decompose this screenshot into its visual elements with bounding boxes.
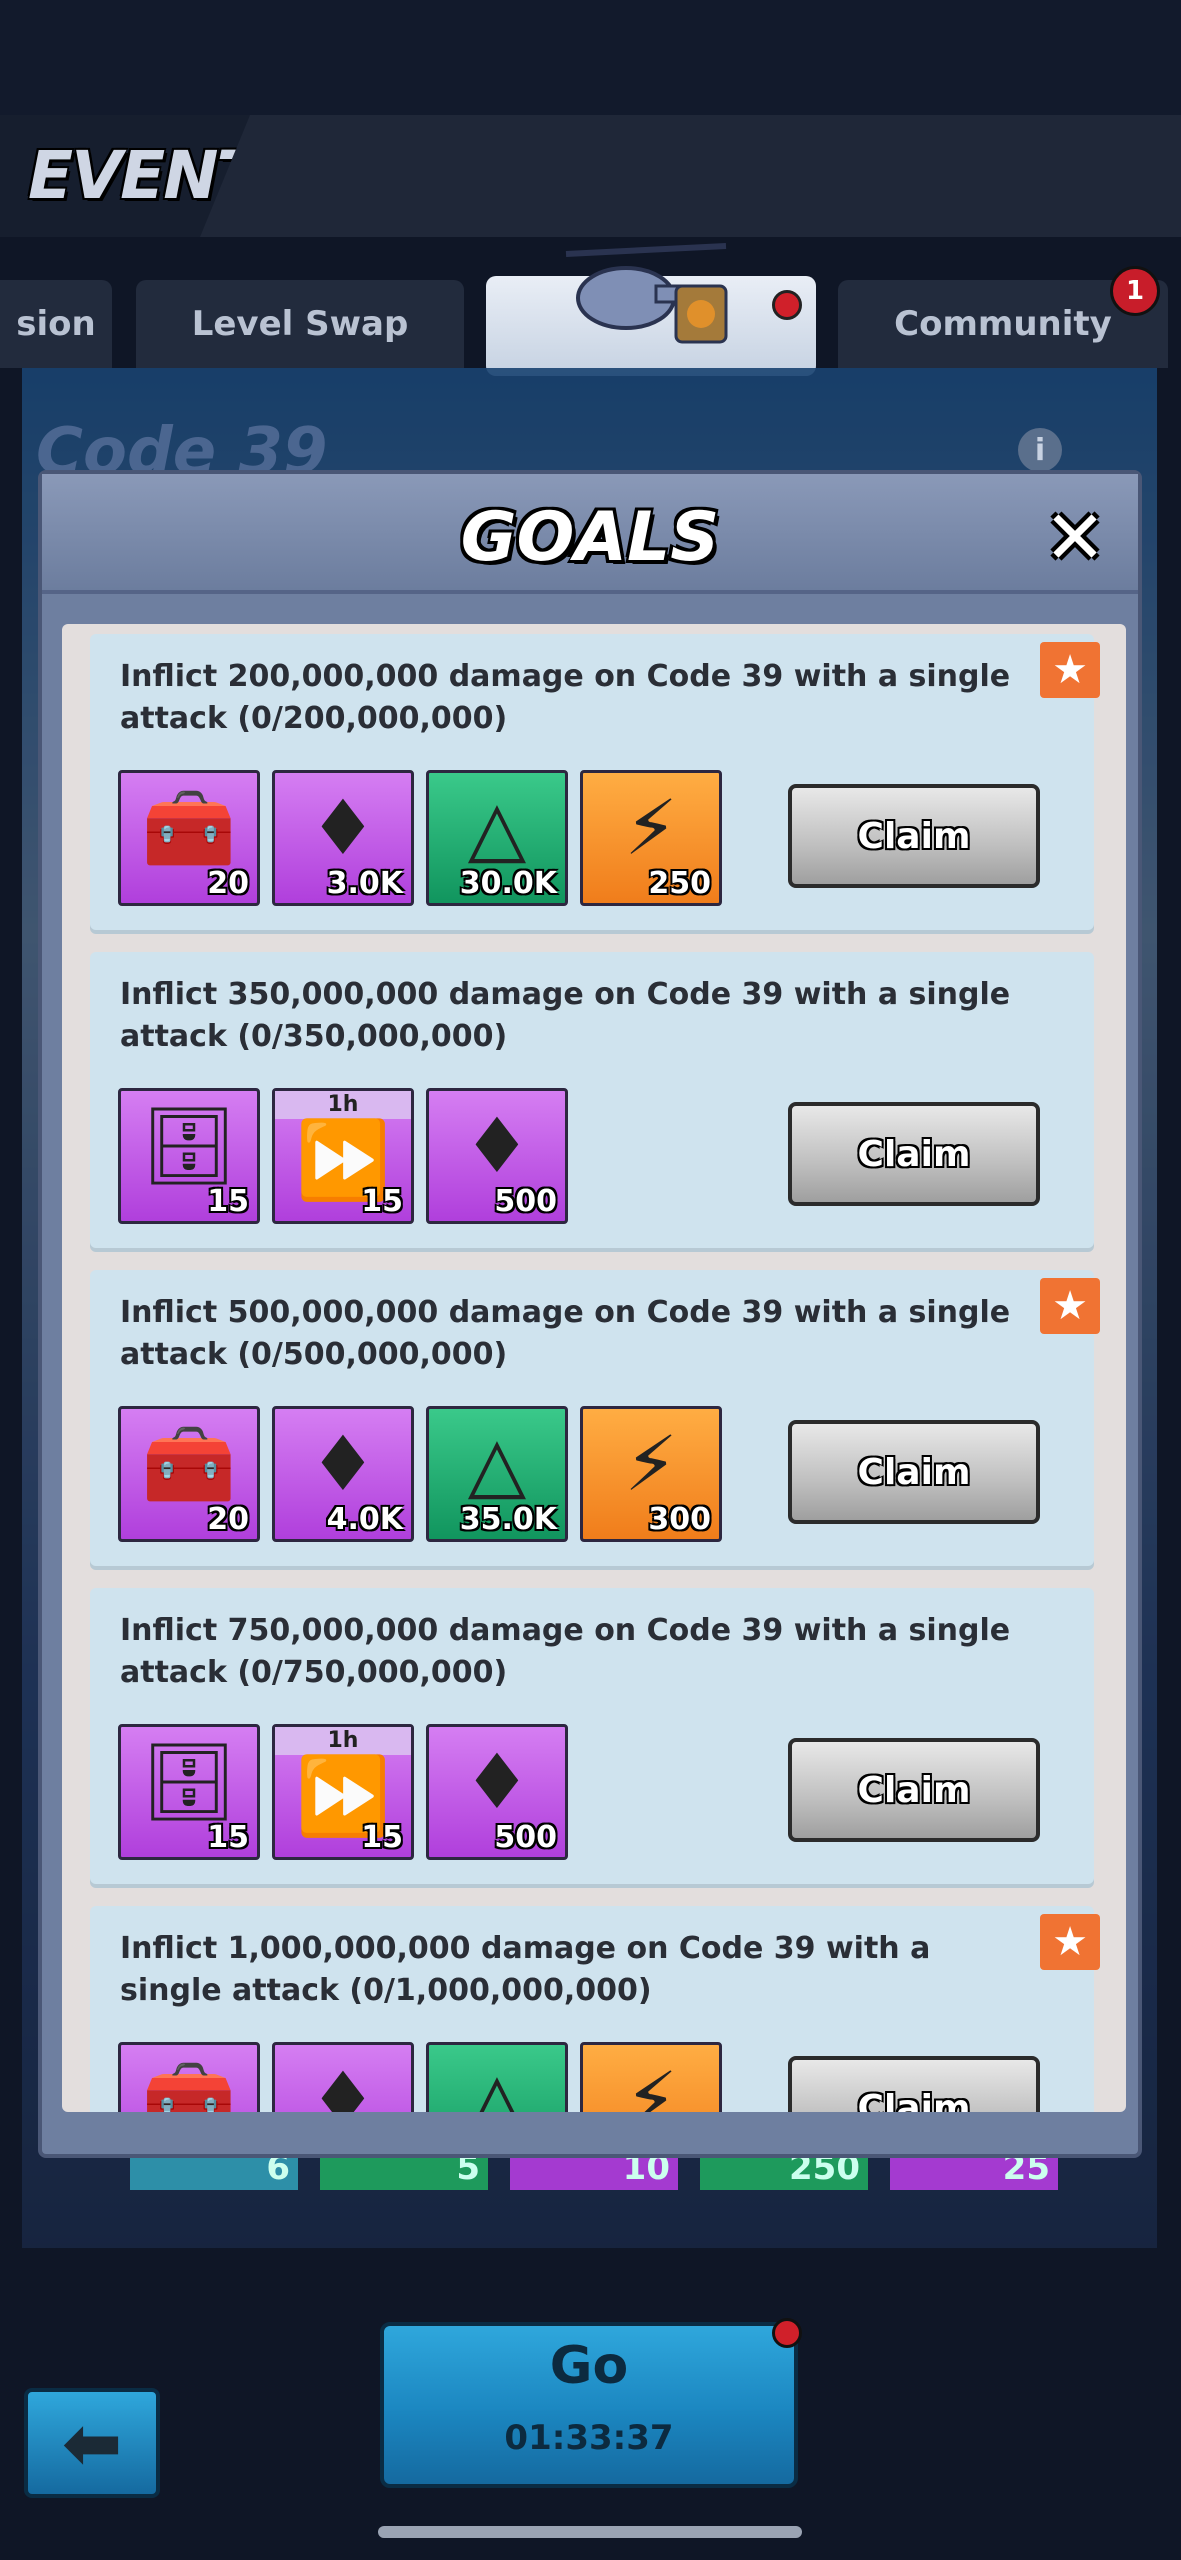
ruby-gem-icon: ♦ — [308, 783, 378, 872]
reward-item[interactable]: △ 30.0K — [426, 770, 568, 906]
goals-list[interactable]: Inflict 200,000,000 damage on Code 39 wi… — [62, 624, 1126, 2112]
reward-item[interactable]: ♦ 3.0K — [272, 770, 414, 906]
reward-qty: 300 — [648, 1502, 711, 1537]
status-bar — [0, 0, 1181, 115]
reward-item[interactable]: ♦ 4.0K — [272, 1406, 414, 1542]
goal-item: Inflict 1,000,000,000 damage on Code 39 … — [90, 1906, 1100, 2112]
modal-header: GOALS ✕ — [42, 474, 1138, 594]
page-title: EVENTS — [28, 137, 306, 214]
event-timer: 01:33:37 — [504, 2418, 674, 2458]
skill-scroll-icon: ⚡ — [624, 2055, 678, 2112]
header: EVENTS — [0, 115, 1181, 237]
tab-label: Level Swap — [191, 304, 409, 344]
ruby-gem-icon: ♦ — [462, 1101, 532, 1190]
back-arrow-icon: ⬅ — [61, 2401, 123, 2485]
tab-code-39[interactable] — [486, 243, 816, 376]
goal-item: Inflict 200,000,000 damage on Code 39 wi… — [90, 634, 1100, 930]
reward-item[interactable]: ♦ — [272, 2042, 414, 2112]
goal-description: Inflict 750,000,000 damage on Code 39 wi… — [120, 1613, 1011, 1690]
reward-qty: 30.0K — [459, 866, 557, 901]
reward-item[interactable]: 1h ⏩ 15 — [272, 1088, 414, 1224]
tab-partial[interactable]: sion — [0, 280, 112, 368]
armor-chest-icon: 🗄 — [140, 1737, 238, 1826]
reward-item[interactable]: 1h ⏩ 15 — [272, 1724, 414, 1860]
reward-qty: 500 — [494, 1184, 557, 1219]
star-icon: ★ — [1040, 642, 1100, 698]
claim-button[interactable]: Claim — [788, 2056, 1040, 2112]
claim-button[interactable]: Claim — [788, 1420, 1040, 1524]
home-indicator[interactable] — [378, 2526, 802, 2538]
tab-community-badge: 1 — [1110, 266, 1160, 316]
gold-chest-icon: 🧰 — [141, 783, 237, 872]
go-notification-dot — [772, 2318, 802, 2348]
reward-item[interactable]: △ 35.0K — [426, 1406, 568, 1542]
back-button[interactable]: ⬅ — [24, 2388, 160, 2498]
reward-item[interactable]: ⚡ — [580, 2042, 722, 2112]
star-icon: ★ — [1040, 1914, 1100, 1970]
goal-rewards: 🧰 ♦ △ ⚡ — [118, 2042, 758, 2112]
reward-item[interactable]: 🗄 15 — [118, 1724, 260, 1860]
info-icon[interactable]: i — [1018, 428, 1062, 472]
reward-item[interactable]: 🧰 20 — [118, 1406, 260, 1542]
helicopter-boss-icon — [565, 243, 728, 344]
go-button[interactable]: Go 01:33:37 — [380, 2318, 802, 2488]
gold-chest-icon: 🧰 — [141, 1419, 237, 1508]
modal-title: GOALS — [460, 498, 720, 577]
reward-item[interactable]: △ — [426, 2042, 568, 2112]
goal-rewards: 🗄 15 1h ⏩ 15 ♦ 500 — [118, 1724, 758, 1860]
reward-qty: 15 — [361, 1820, 403, 1855]
claim-button[interactable]: Claim — [788, 784, 1040, 888]
ruby-gem-icon: ♦ — [462, 1737, 532, 1826]
ruby-gem-icon: ♦ — [308, 1419, 378, 1508]
goal-rewards: 🗄 15 1h ⏩ 15 ♦ 500 — [118, 1088, 758, 1224]
reward-qty: 15 — [361, 1184, 403, 1219]
goal-item: Inflict 750,000,000 damage on Code 39 wi… — [90, 1588, 1094, 1884]
reward-item[interactable]: ⚡ 250 — [580, 770, 722, 906]
close-icon[interactable]: ✕ — [1042, 501, 1108, 575]
tab-label: sion — [16, 304, 96, 344]
blue-crystal-icon: △ — [467, 783, 527, 872]
goal-description: Inflict 200,000,000 damage on Code 39 wi… — [120, 659, 1011, 736]
reward-item[interactable]: 🗄 15 — [118, 1088, 260, 1224]
goal-description: Inflict 1,000,000,000 damage on Code 39 … — [120, 1931, 931, 2008]
reward-qty: 250 — [648, 866, 711, 901]
reward-qty: 3.0K — [326, 866, 403, 901]
goal-item: Inflict 350,000,000 damage on Code 39 wi… — [90, 952, 1094, 1248]
goals-modal: GOALS ✕ Inflict 200,000,000 damage on Co… — [38, 470, 1142, 2158]
ruby-gem-icon: ♦ — [308, 2055, 378, 2112]
reward-qty: 20 — [207, 866, 249, 901]
armor-chest-icon: 🗄 — [140, 1101, 238, 1190]
reward-qty: 20 — [207, 1502, 249, 1537]
goal-description: Inflict 350,000,000 damage on Code 39 wi… — [120, 977, 1011, 1054]
reward-qty: 35.0K — [459, 1502, 557, 1537]
tab-notification-dot — [772, 290, 802, 320]
reward-qty: 15 — [207, 1184, 249, 1219]
skill-scroll-icon: ⚡ — [624, 783, 678, 872]
goal-rewards: 🧰 20 ♦ 3.0K △ 30.0K ⚡ 250 — [118, 770, 758, 906]
reward-qty: 500 — [494, 1820, 557, 1855]
claim-button[interactable]: Claim — [788, 1738, 1040, 1842]
reward-qty: 15 — [207, 1820, 249, 1855]
goal-description: Inflict 500,000,000 damage on Code 39 wi… — [120, 1295, 1011, 1372]
goal-item: Inflict 500,000,000 damage on Code 39 wi… — [90, 1270, 1100, 1566]
blue-crystal-icon: △ — [467, 1419, 527, 1508]
reward-item[interactable]: 🧰 — [118, 2042, 260, 2112]
go-label: Go — [549, 2336, 629, 2396]
reward-item[interactable]: ⚡ 300 — [580, 1406, 722, 1542]
skill-scroll-icon: ⚡ — [624, 1419, 678, 1508]
header-title-plate: EVENTS — [0, 115, 250, 237]
gold-chest-icon: 🧰 — [141, 2055, 237, 2112]
tab-level-swap[interactable]: Level Swap — [136, 280, 464, 368]
reward-item[interactable]: 🧰 20 — [118, 770, 260, 906]
claim-button[interactable]: Claim — [788, 1102, 1040, 1206]
reward-item[interactable]: ♦ 500 — [426, 1088, 568, 1224]
tab-label: Community — [894, 304, 1112, 344]
reward-item[interactable]: ♦ 500 — [426, 1724, 568, 1860]
star-icon: ★ — [1040, 1278, 1100, 1334]
reward-qty: 4.0K — [326, 1502, 403, 1537]
goal-rewards: 🧰 20 ♦ 4.0K △ 35.0K ⚡ 300 — [118, 1406, 758, 1542]
event-tabs: sion Level Swap Community 1 — [0, 243, 1181, 380]
blue-crystal-icon: △ — [467, 2055, 527, 2112]
